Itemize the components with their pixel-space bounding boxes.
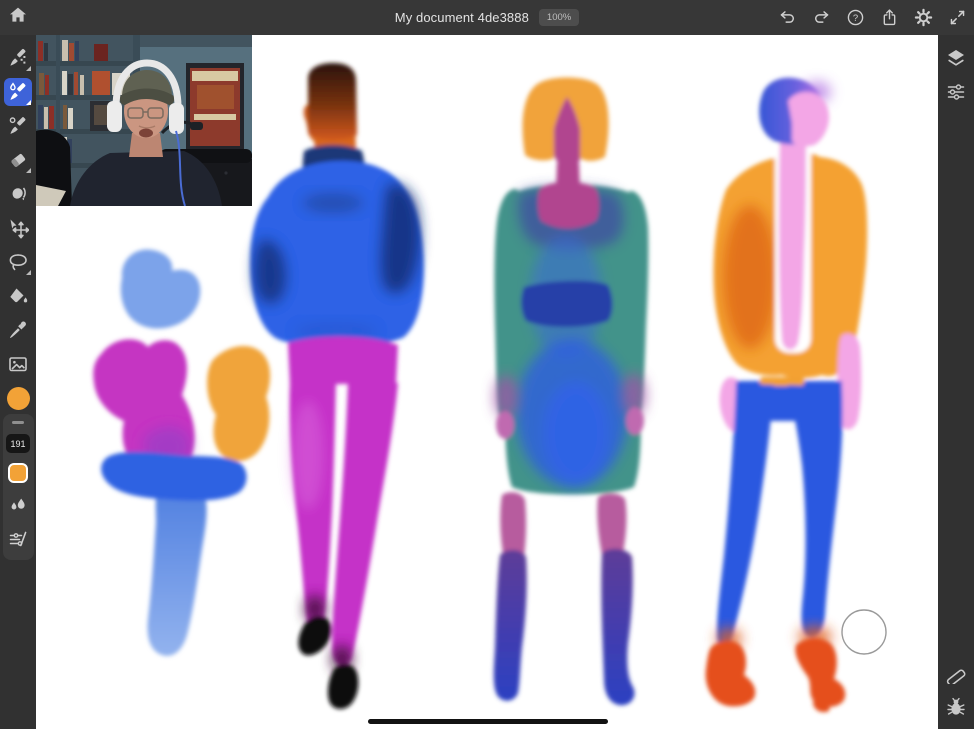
tool-live-brush[interactable] xyxy=(1,75,35,109)
undo-icon xyxy=(778,8,797,27)
fill-bucket-icon xyxy=(7,285,29,307)
water-flow-button[interactable] xyxy=(6,493,30,517)
image-icon xyxy=(7,353,29,375)
zoom-level-badge[interactable]: 100% xyxy=(539,9,579,26)
redo-icon xyxy=(812,8,831,27)
panel-drag-handle[interactable] xyxy=(12,421,24,424)
svg-text:?: ? xyxy=(853,13,858,24)
document-canvas[interactable] xyxy=(36,35,938,729)
brush-options-panel: 191 xyxy=(3,414,34,560)
home-button[interactable] xyxy=(0,0,36,35)
brush-cursor xyxy=(842,610,886,654)
brush-settings-button[interactable] xyxy=(6,527,30,551)
fullscreen-icon xyxy=(948,8,967,27)
fresco-app: My document 4de3888 100% ? xyxy=(0,0,974,729)
water-drops-icon xyxy=(7,494,29,516)
vector-brush-icon xyxy=(7,115,29,137)
flyout-indicator xyxy=(26,270,31,275)
tool-smudge[interactable] xyxy=(1,177,35,211)
eyedropper-icon xyxy=(7,319,29,341)
fullscreen-button[interactable] xyxy=(947,7,968,28)
undo-button[interactable] xyxy=(777,7,798,28)
settings-button[interactable] xyxy=(913,7,934,28)
tool-eraser[interactable] xyxy=(1,143,35,177)
tool-fill[interactable] xyxy=(1,279,35,313)
figure-teal-dress xyxy=(494,78,649,706)
figure-blue-sweater xyxy=(250,63,424,709)
tool-place-image[interactable] xyxy=(1,347,35,381)
layers-panel-button[interactable] xyxy=(939,41,973,75)
home-icon xyxy=(8,5,28,30)
figure-orange-jacket xyxy=(706,78,868,713)
flyout-indicator xyxy=(26,100,31,105)
brush-settings-icon xyxy=(7,528,29,550)
flyout-indicator xyxy=(26,168,31,173)
tool-pixel-brush[interactable] xyxy=(1,41,35,75)
move-icon xyxy=(7,217,29,239)
help-icon: ? xyxy=(846,8,865,27)
layers-icon xyxy=(945,47,967,69)
bug-icon xyxy=(945,696,967,718)
redo-button[interactable] xyxy=(811,7,832,28)
gear-icon xyxy=(914,8,933,27)
help-button[interactable]: ? xyxy=(845,7,866,28)
right-taskbar xyxy=(938,35,974,729)
ruler-tool-button[interactable] xyxy=(939,656,973,690)
top-bar: My document 4de3888 100% ? xyxy=(0,0,974,35)
active-color-swatch[interactable] xyxy=(8,463,28,483)
smudge-icon xyxy=(7,183,29,205)
share-button[interactable] xyxy=(879,7,900,28)
webcam-video-frame xyxy=(36,35,252,206)
top-bar-actions: ? xyxy=(777,0,968,35)
home-indicator[interactable] xyxy=(368,719,608,724)
tool-eyedropper[interactable] xyxy=(1,313,35,347)
ruler-icon xyxy=(945,662,967,684)
blobs-group xyxy=(93,250,270,656)
brush-preview-dot[interactable] xyxy=(7,387,30,410)
adjustments-sliders-icon xyxy=(945,81,967,103)
flyout-indicator xyxy=(26,66,31,71)
tool-select-lasso[interactable] xyxy=(1,245,35,279)
webcam-overlay[interactable] xyxy=(36,35,252,206)
brush-size-value[interactable]: 191 xyxy=(6,434,30,453)
share-icon xyxy=(880,8,899,27)
framed-poster xyxy=(186,63,244,151)
tool-move[interactable] xyxy=(1,211,35,245)
document-title[interactable]: My document 4de3888 xyxy=(395,10,529,25)
tool-vector-brush[interactable] xyxy=(1,109,35,143)
properties-panel-button[interactable] xyxy=(939,75,973,109)
report-bug-button[interactable] xyxy=(939,690,973,724)
left-toolbar: 191 xyxy=(0,35,36,729)
